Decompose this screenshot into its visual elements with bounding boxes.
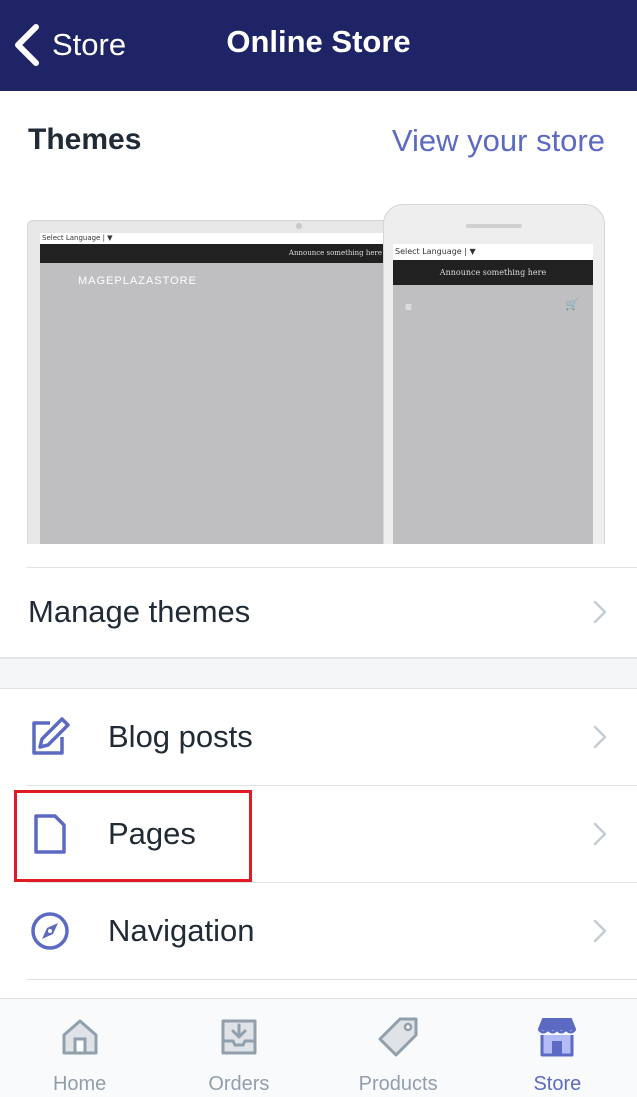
phone-preview: Select Language | ▼ Announce something h… bbox=[383, 204, 605, 544]
tab-products[interactable]: Products bbox=[319, 999, 478, 1097]
phone-language-bar: Select Language | ▼ bbox=[393, 244, 593, 260]
phone-speaker bbox=[466, 224, 522, 228]
manage-themes-row[interactable]: Manage themes bbox=[0, 567, 637, 657]
chevron-right-icon bbox=[593, 725, 607, 749]
phone-announcement-bar: Announce something here bbox=[393, 260, 593, 285]
tab-store[interactable]: Store bbox=[478, 999, 637, 1097]
top-nav-bar: Store Online Store bbox=[0, 0, 637, 91]
hamburger-menu-icon: ≡ bbox=[405, 300, 413, 314]
store-icon bbox=[538, 1018, 577, 1057]
themes-heading: Themes bbox=[28, 123, 142, 156]
tab-home[interactable]: Home bbox=[0, 999, 159, 1097]
section-gap bbox=[0, 657, 637, 689]
themes-card: Themes View your store Select Language |… bbox=[0, 91, 637, 657]
home-icon bbox=[62, 1019, 98, 1055]
edit-icon bbox=[32, 717, 70, 755]
view-your-store-link[interactable]: View your store bbox=[392, 123, 605, 159]
laptop-language-bar: Select Language | ▼ bbox=[40, 233, 396, 244]
tab-store-label: Store bbox=[533, 1073, 582, 1095]
tab-orders-label: Orders bbox=[208, 1073, 270, 1095]
divider bbox=[27, 979, 637, 980]
page-icon bbox=[34, 814, 66, 854]
chevron-right-icon bbox=[593, 822, 607, 846]
compass-icon bbox=[31, 912, 69, 950]
theme-preview-image[interactable]: Select Language | ▼ Announce something h… bbox=[27, 204, 605, 544]
chevron-right-icon bbox=[593, 600, 607, 624]
tab-orders[interactable]: Orders bbox=[159, 999, 318, 1097]
page-title: Online Store bbox=[226, 24, 411, 59]
tab-home-label: Home bbox=[52, 1073, 107, 1095]
manage-themes-label: Manage themes bbox=[28, 594, 251, 629]
laptop-screen: Select Language | ▼ Announce something h… bbox=[40, 233, 396, 544]
laptop-camera bbox=[296, 223, 302, 229]
bottom-tab-bar: Home Orders Products Store bbox=[0, 998, 637, 1097]
laptop-preview: Select Language | ▼ Announce something h… bbox=[27, 220, 407, 544]
laptop-store-name: MAGEPLAZASTORE bbox=[78, 275, 197, 287]
blog-posts-label: Blog posts bbox=[108, 719, 253, 754]
cart-icon: 🛒 bbox=[565, 299, 579, 311]
navigation-row[interactable]: Navigation bbox=[0, 883, 637, 979]
laptop-announcement-bar: Announce something here bbox=[40, 244, 396, 263]
pages-row[interactable]: Pages bbox=[0, 786, 637, 882]
tag-icon bbox=[378, 1017, 418, 1057]
pages-label: Pages bbox=[108, 816, 196, 851]
tab-products-label: Products bbox=[358, 1073, 438, 1095]
blog-posts-row[interactable]: Blog posts bbox=[0, 689, 637, 785]
chevron-right-icon bbox=[593, 919, 607, 943]
orders-icon bbox=[221, 1019, 257, 1055]
navigation-label: Navigation bbox=[108, 913, 255, 948]
phone-screen: Select Language | ▼ Announce something h… bbox=[393, 244, 593, 544]
